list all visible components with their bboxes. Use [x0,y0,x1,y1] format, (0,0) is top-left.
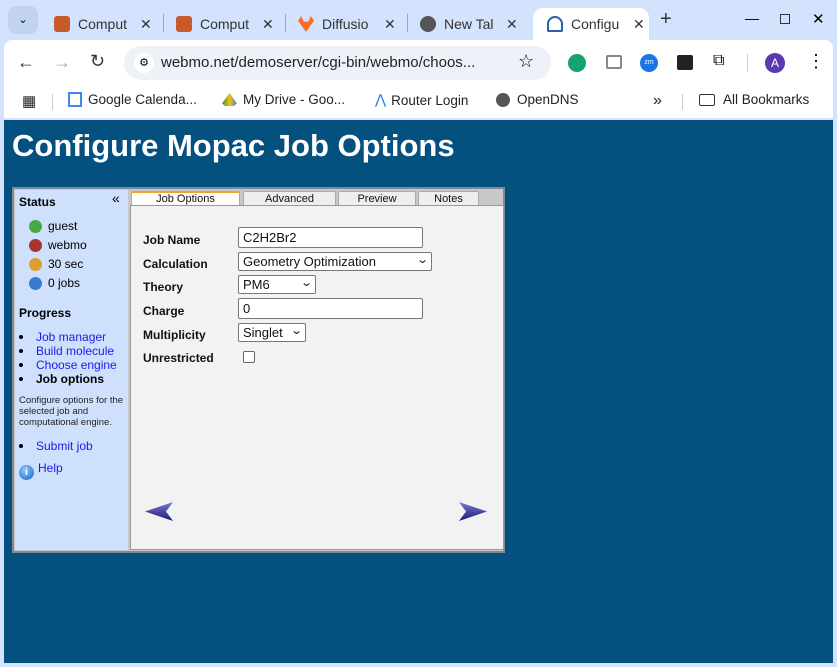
unrestricted-checkbox[interactable] [243,351,255,363]
globe-icon [420,16,436,32]
close-icon[interactable]: ✕ [140,16,152,33]
tab-search-button[interactable]: ⌄ [8,6,38,34]
cast-icon[interactable] [606,55,622,69]
link-help[interactable]: Help [38,461,63,475]
browser-tab-2[interactable]: Comput ✕ [162,8,274,40]
next-arrow-button[interactable] [459,502,487,521]
close-window-button[interactable]: ✕ [812,10,825,28]
site-settings-icon[interactable]: ⚙ [134,53,154,73]
profile-avatar[interactable]: A [765,53,785,73]
drive-icon [222,93,237,106]
close-icon[interactable]: ✕ [506,16,518,33]
status-time: 30 sec [29,257,83,271]
calculation-label: Calculation [143,257,208,271]
grammarly-icon[interactable] [568,54,586,72]
current-step-job-options: Job options [36,372,104,386]
apps-grid-icon[interactable]: ▦ [22,92,36,110]
back-arrow-button[interactable] [145,502,173,521]
status-user: guest [29,219,77,233]
theory-label: Theory [143,280,184,294]
page-content: Configure Mopac Job Options Status « gue… [4,120,833,663]
job-options-form: Job Name C2H2Br2 Calculation Geometry Op… [130,205,504,550]
chevron-down-icon: ⌄ [415,254,429,266]
multiplicity-label: Multiplicity [143,328,206,342]
bookmark-star-icon[interactable]: ☆ [518,51,534,72]
step-description: Configure options for the selected job a… [19,395,124,428]
back-icon[interactable]: ← [17,52,35,73]
status-heading: Status [19,195,56,209]
bookmark-opendns[interactable]: OpenDNS [496,92,579,107]
bookmark-my-drive[interactable]: My Drive - Goo... [222,92,345,107]
forward-icon[interactable]: → [53,52,71,73]
minimize-button[interactable]: — [745,10,759,26]
menu-icon[interactable]: ⋮ [807,51,825,72]
close-icon[interactable]: ✕ [633,16,645,33]
more-bookmarks-icon[interactable]: » [653,92,662,110]
maximize-button[interactable] [780,14,790,24]
stopwatch-icon [29,257,42,271]
help-icon[interactable]: i [19,465,34,480]
link-choose-engine[interactable]: Choose engine [36,358,117,372]
all-bookmarks[interactable]: All Bookmarks [699,92,809,107]
charge-label: Charge [143,304,185,318]
job-panel: Status « guest webmo 30 sec 0 jobs Progr… [12,187,505,553]
chevron-down-icon: ⌄ [299,277,313,289]
status-group: webmo [29,238,87,252]
group-icon [29,238,42,252]
reload-icon[interactable]: ↻ [90,51,105,72]
job-name-label: Job Name [143,233,201,247]
link-job-manager[interactable]: Job manager [36,330,106,344]
theory-select[interactable]: PM6 ⌄ [238,275,316,294]
sidebar: Status « guest webmo 30 sec 0 jobs Progr… [15,190,128,550]
address-bar[interactable]: ⚙ webmo.net/demoserver/cgi-bin/webmo/cho… [124,46,551,80]
multiplicity-select[interactable]: Singlet ⌄ [238,323,306,342]
close-icon[interactable]: ✕ [384,16,396,33]
bookmarks-bar: ▦ Google Calenda... My Drive - Goo... ⋀ R… [4,86,833,118]
gitlab-icon [298,16,314,32]
page-title: Configure Mopac Job Options [12,128,455,163]
job-name-input[interactable]: C2H2Br2 [238,227,423,248]
zoom-icon[interactable]: zm [640,54,658,72]
router-icon: ⋀ [375,92,387,107]
bookmark-google-calendar[interactable]: Google Calenda... [68,92,197,107]
browser-tab-1[interactable]: Comput ✕ [40,8,152,40]
browser-tab-5[interactable]: Configu ✕ [533,8,649,40]
browser-tab-4[interactable]: New Tal ✕ [406,8,518,40]
folder-icon [699,93,715,106]
unrestricted-label: Unrestricted [143,351,214,365]
url-text[interactable]: webmo.net/demoserver/cgi-bin/webmo/choos… [161,54,475,71]
toolbar-divider [747,54,748,72]
browser-toolbar: ← → ↻ ⚙ webmo.net/demoserver/cgi-bin/web… [4,40,833,86]
link-submit-job[interactable]: Submit job [36,439,93,453]
new-tab-button[interactable]: + [660,8,672,31]
extensions-icon[interactable]: ⧉ [713,52,724,70]
bookmark-router-login[interactable]: ⋀ Router Login [375,92,468,108]
calendar-icon [68,92,82,107]
terminal-icon[interactable] [677,55,693,70]
status-jobs: 0 jobs [29,276,80,290]
globe-icon [496,92,510,107]
progress-heading: Progress [19,306,72,320]
calculation-select[interactable]: Geometry Optimization ⌄ [238,252,432,271]
user-icon [29,219,42,233]
webmo-icon [54,16,70,32]
close-icon[interactable]: ✕ [262,16,274,33]
chevron-down-icon: ⌄ [289,325,303,337]
link-build-molecule[interactable]: Build molecule [36,344,114,358]
webmo-icon [176,16,192,32]
collapse-sidebar-icon[interactable]: « [112,190,120,206]
webmo-logo-icon [547,16,563,32]
browser-tab-3[interactable]: Diffusio ✕ [284,8,396,40]
charge-input[interactable]: 0 [238,298,423,319]
gear-icon [29,276,42,290]
